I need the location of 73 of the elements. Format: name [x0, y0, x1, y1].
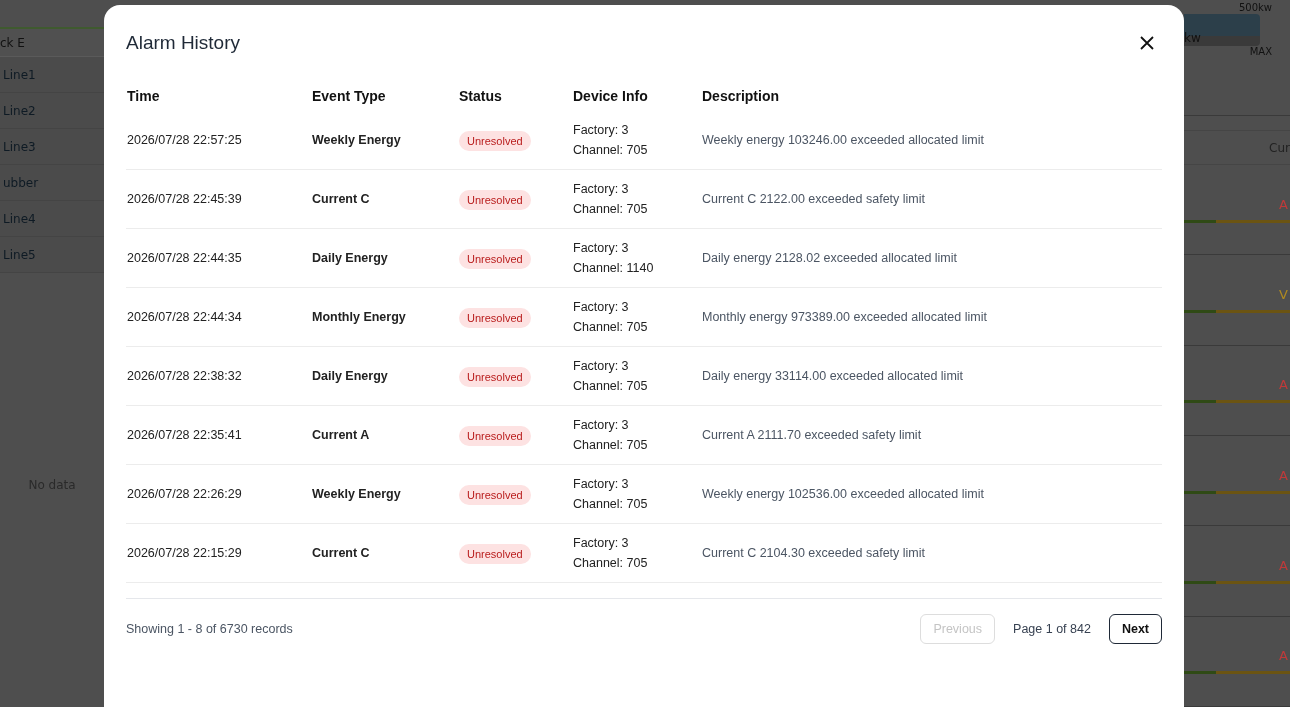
event-type-cell-text: Current C [312, 192, 371, 206]
description-cell-text: Current A 2111.70 exceeded safety limit [702, 428, 923, 442]
description-cell-text: Daily energy 2128.02 exceeded allocated limit [702, 251, 959, 265]
sidebar-item[interactable]: ubber [3, 175, 39, 190]
sidebar-item[interactable]: Line2 [3, 103, 36, 118]
records-summary: Showing 1 - 8 of 6730 records [126, 622, 293, 636]
event-type-cell-text: Monthly Energy [312, 310, 407, 324]
channel-text: Channel: 705 [573, 143, 649, 157]
status-letter: A [1279, 377, 1288, 393]
event-type-cell-text: Daily Energy [312, 369, 389, 383]
event-type-cell-text: Current C [312, 546, 371, 560]
status-badge: Unresolved [459, 426, 531, 446]
sidebar-header: ck E [0, 27, 104, 57]
status-badge: Unresolved [459, 308, 531, 328]
channel-text: Channel: 705 [573, 556, 649, 570]
description-cell-text: Weekly energy 102536.00 exceeded allocated limit [702, 487, 985, 501]
factory-text: Factory: 3 [573, 536, 630, 550]
event-type-cell-text: Daily Energy [312, 251, 389, 265]
status-letter: A [1279, 467, 1288, 483]
time-cell-text: 2026/07/28 22:44:34 [127, 310, 243, 324]
dialog-title: Alarm History [126, 32, 240, 54]
factory-text: Factory: 3 [573, 123, 630, 137]
next-button[interactable]: Next [1108, 614, 1162, 644]
channel-text: Channel: 705 [573, 497, 649, 511]
description-cell-text: Current C 2122.00 exceeded safety limit [702, 192, 927, 206]
factory-text: Factory: 3 [573, 477, 630, 491]
event-type-cell-text: Current A [312, 428, 371, 442]
status-badge: Unresolved [459, 367, 531, 387]
sidebar-item[interactable]: Line1 [3, 67, 36, 82]
status-badge: Unresolved [459, 485, 531, 505]
description-cell-text: Daily energy 33114.00 exceeded allocated limit [702, 369, 965, 383]
channel-text: Channel: 705 [573, 202, 649, 216]
factory-text: Factory: 3 [573, 241, 630, 255]
time-cell-text: 2026/07/28 22:45:39 [127, 192, 243, 206]
status-badge: Unresolved [459, 249, 531, 269]
factory-text: Factory: 3 [573, 300, 630, 314]
sidebar-item[interactable]: Line3 [3, 139, 36, 154]
max-value: 500kw [1238, 2, 1272, 13]
factory-text: Factory: 3 [573, 418, 630, 432]
column-header: Status [459, 88, 503, 104]
factory-text: Factory: 3 [573, 182, 630, 196]
status-letter: A [1279, 648, 1288, 664]
channel-text: Channel: 705 [573, 320, 649, 334]
time-cell-text: 2026/07/28 22:15:29 [127, 546, 243, 560]
sidebar-item[interactable]: Line5 [3, 247, 36, 262]
event-type-cell-text: Weekly Energy [312, 487, 402, 501]
channel-text: Channel: 1140 [573, 261, 655, 275]
channel-text: Channel: 705 [573, 379, 649, 393]
description-cell-text: Weekly energy 103246.00 exceeded allocated limit [702, 133, 985, 147]
sidebar-item[interactable]: Line4 [3, 211, 36, 226]
time-cell-text: 2026/07/28 22:26:29 [127, 487, 243, 501]
column-header: Time [127, 88, 161, 104]
channel-text: Channel: 705 [573, 438, 649, 452]
status-badge: Unresolved [459, 190, 531, 210]
description-cell-text: Current C 2104.30 exceeded safety limit [702, 546, 927, 560]
column-header: Event Type [312, 88, 387, 104]
status-letter: A [1279, 196, 1288, 212]
status-badge: Unresolved [459, 131, 531, 151]
time-cell-text: 2026/07/28 22:44:35 [127, 251, 243, 265]
time-cell-text: 2026/07/28 22:57:25 [127, 133, 243, 147]
close-icon[interactable] [1140, 36, 1154, 50]
status-letter: A [1279, 558, 1288, 574]
time-cell-text: 2026/07/28 22:38:32 [127, 369, 243, 383]
column-header: Device Info [573, 88, 649, 104]
page-indicator: Page 1 of 842 [1013, 622, 1091, 636]
time-cell-text: 2026/07/28 22:35:41 [127, 428, 243, 442]
status-letter: V [1279, 287, 1288, 303]
factory-text: Factory: 3 [573, 359, 630, 373]
max-label: MAX [1249, 45, 1272, 57]
event-type-cell-text: Weekly Energy [312, 133, 402, 147]
status-badge: Unresolved [459, 544, 531, 564]
column-header: Description [702, 88, 780, 104]
description-cell-text: Monthly energy 973389.00 exceeded allocated limit [702, 310, 988, 324]
